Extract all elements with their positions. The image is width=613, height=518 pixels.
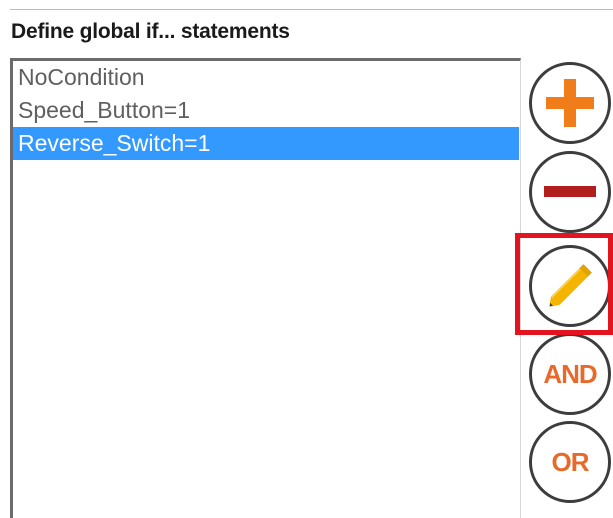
- section-title: Define global if... statements: [11, 20, 290, 43]
- conditions-listbox[interactable]: NoCondition Speed_Button=1 Reverse_Switc…: [10, 58, 521, 518]
- edit-condition-button[interactable]: [529, 245, 611, 327]
- and-button[interactable]: AND: [529, 333, 611, 415]
- top-divider: [10, 9, 613, 10]
- and-label: AND: [543, 358, 597, 389]
- plus-icon: [546, 79, 594, 127]
- remove-condition-button[interactable]: [529, 151, 611, 233]
- list-item-selected[interactable]: Reverse_Switch=1: [13, 127, 519, 160]
- pencil-icon: [549, 264, 592, 307]
- list-item[interactable]: Speed_Button=1: [13, 94, 520, 127]
- minus-icon: [544, 186, 596, 197]
- list-item[interactable]: NoCondition: [13, 61, 520, 94]
- or-button[interactable]: OR: [529, 421, 611, 503]
- or-label: OR: [551, 446, 590, 477]
- add-condition-button[interactable]: [529, 62, 611, 144]
